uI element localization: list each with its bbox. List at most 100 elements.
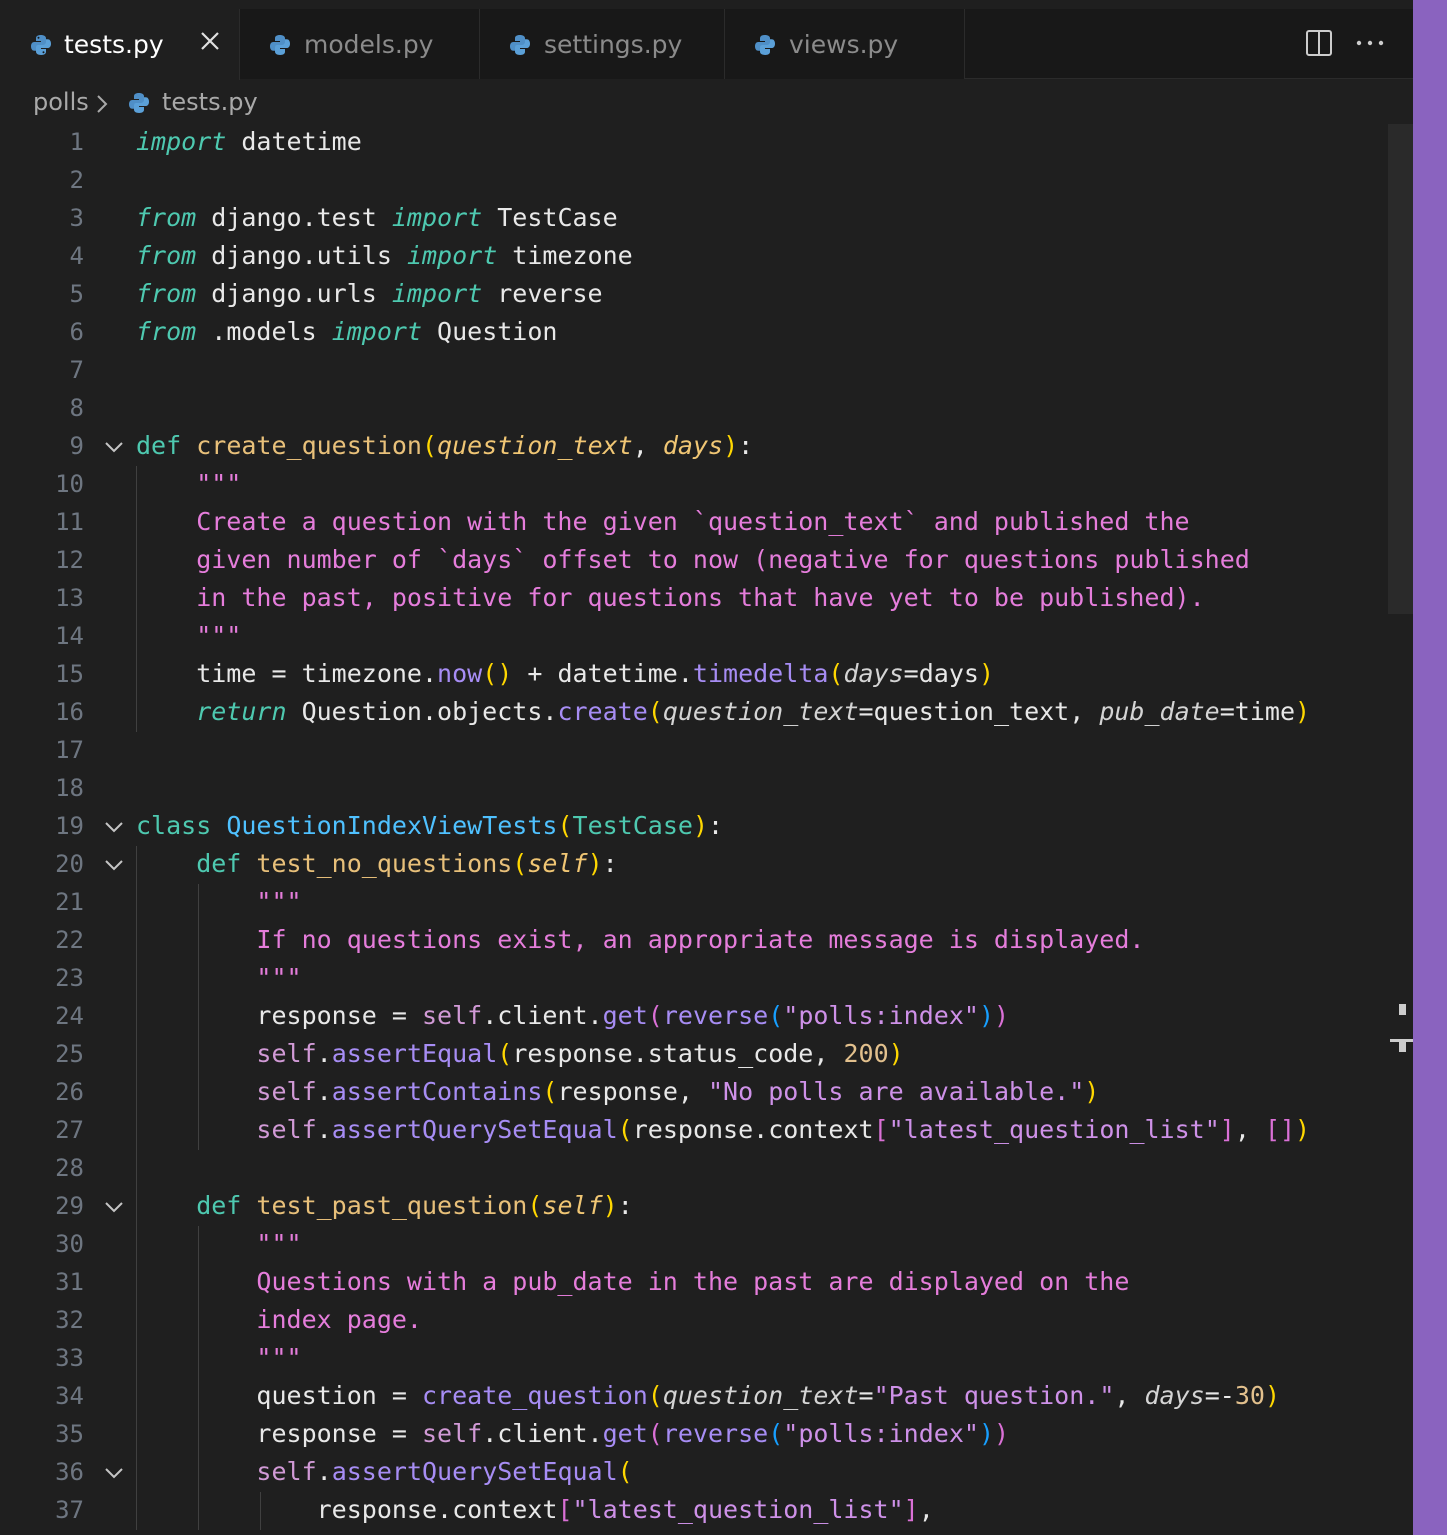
tab-tests-py[interactable]: tests.py — [0, 9, 240, 80]
code-text: time = timezone.now() + datetime.timedel… — [136, 659, 994, 688]
code-line[interactable]: 10 """ — [0, 466, 1380, 504]
code-line[interactable]: 8 — [0, 390, 1380, 428]
code-line[interactable]: 26 self.assertContains(response, "No pol… — [0, 1074, 1380, 1112]
token: class — [136, 811, 212, 840]
token: TestCase — [482, 203, 618, 232]
token: reverse — [662, 1419, 769, 1448]
code-line[interactable]: 18 — [0, 770, 1380, 808]
code-line[interactable]: 12 given number of `days` offset to now … — [0, 542, 1380, 580]
token: : — [602, 849, 618, 878]
token: in the past, positive for questions that… — [136, 583, 1205, 612]
token: =days — [903, 659, 979, 688]
token: "latest_question_list" — [572, 1495, 904, 1524]
code-line[interactable]: 1 import datetime — [0, 124, 1380, 162]
token: import — [391, 279, 483, 308]
tab-settings-py[interactable]: settings.py — [480, 9, 725, 79]
token: 30 — [1234, 1381, 1265, 1410]
token: QuestionIndexViewTests — [226, 811, 558, 840]
breadcrumb-file[interactable]: tests.py — [162, 88, 258, 116]
code-line[interactable]: 16 return Question.objects.create(questi… — [0, 694, 1380, 732]
close-icon[interactable] — [198, 29, 222, 53]
token: import — [391, 203, 483, 232]
code-line[interactable]: 35 response = self.client.get(reverse("p… — [0, 1416, 1380, 1454]
code-line[interactable]: 22 If no questions exist, an appropriate… — [0, 922, 1380, 960]
fold-chevron-icon[interactable] — [103, 856, 125, 874]
code-text: self.assertEqual(response.status_code, 2… — [136, 1039, 903, 1068]
code-line[interactable]: 17 — [0, 732, 1380, 770]
code-line[interactable]: 32 index page. — [0, 1302, 1380, 1340]
token: reverse — [482, 279, 603, 308]
token: response, — [557, 1077, 708, 1106]
token: ( — [768, 1001, 784, 1030]
more-actions-icon[interactable] — [1354, 29, 1386, 57]
code-text: def test_no_questions(self): — [136, 849, 618, 878]
token: self — [421, 1419, 483, 1448]
token: django.test — [196, 203, 392, 232]
code-text: in the past, positive for questions that… — [136, 583, 1205, 612]
token: create — [557, 697, 648, 726]
token: ( — [768, 1419, 784, 1448]
code-line[interactable]: 7 — [0, 352, 1380, 390]
code-line[interactable]: 11 Create a question with the given `que… — [0, 504, 1380, 542]
line-number: 22 — [55, 926, 84, 954]
code-line[interactable]: 4 from django.utils import timezone — [0, 238, 1380, 276]
code-line[interactable]: 19 class QuestionIndexViewTests(TestCase)… — [0, 808, 1380, 846]
code-line[interactable]: 13 in the past, positive for questions t… — [0, 580, 1380, 618]
token: django.utils — [196, 241, 407, 270]
token: self — [136, 1457, 317, 1486]
code-line[interactable]: 34 question = create_question(question_t… — [0, 1378, 1380, 1416]
code-editor[interactable]: 1 import datetime 2 3 from django.test impor… — [0, 124, 1413, 1535]
code-text: from django.utils import timezone — [136, 241, 633, 270]
fold-chevron-icon[interactable] — [103, 1464, 125, 1482]
code-line[interactable]: 15 time = timezone.now() + datetime.time… — [0, 656, 1380, 694]
code-line[interactable]: 25 self.assertEqual(response.status_code… — [0, 1036, 1380, 1074]
token: ( — [497, 1039, 513, 1068]
line-number: 37 — [55, 1496, 84, 1524]
line-number: 2 — [69, 166, 84, 194]
line-number: 7 — [69, 356, 84, 384]
code-line[interactable]: 3 from django.test import TestCase — [0, 200, 1380, 238]
code-line[interactable]: 29 def test_past_question(self): — [0, 1188, 1380, 1226]
token: question_text — [437, 431, 633, 460]
token: "polls:index" — [783, 1419, 979, 1448]
code-line[interactable]: 33 """ — [0, 1340, 1380, 1378]
code-line[interactable]: 31 Questions with a pub_date in the past… — [0, 1264, 1380, 1302]
indent-guide — [260, 1492, 261, 1530]
token: Questions with a pub_date in the past ar… — [136, 1267, 1130, 1296]
fold-chevron-icon[interactable] — [103, 818, 125, 836]
token: """ — [136, 1229, 302, 1258]
code-line[interactable]: 6 from .models import Question — [0, 314, 1380, 352]
code-line[interactable]: 24 response = self.client.get(reverse("p… — [0, 998, 1380, 1036]
code-line[interactable]: 20 def test_no_questions(self): — [0, 846, 1380, 884]
fold-chevron-icon[interactable] — [103, 438, 125, 456]
overview-ruler-marks — [1390, 1004, 1413, 1052]
line-number: 6 — [69, 318, 84, 346]
line-number: 23 — [55, 964, 84, 992]
code-line[interactable]: 28 — [0, 1150, 1380, 1188]
token: import — [331, 317, 422, 346]
token: =time — [1219, 697, 1296, 726]
token: now — [437, 659, 483, 688]
line-number: 35 — [55, 1420, 84, 1448]
code-line[interactable]: 27 self.assertQuerySetEqual(response.con… — [0, 1112, 1380, 1150]
token: def — [136, 1191, 242, 1220]
scrollbar-thumb[interactable] — [1388, 124, 1413, 614]
code-line[interactable]: 14 """ — [0, 618, 1380, 656]
code-line[interactable]: 5 from django.urls import reverse — [0, 276, 1380, 314]
tab-models-py[interactable]: models.py — [240, 9, 480, 79]
breadcrumb-folder[interactable]: polls — [33, 88, 89, 116]
token: ) — [978, 1419, 994, 1448]
python-icon — [31, 35, 51, 55]
code-line[interactable]: 36 self.assertQuerySetEqual( — [0, 1454, 1380, 1492]
fold-chevron-icon[interactable] — [103, 1198, 125, 1216]
code-line[interactable]: 23 """ — [0, 960, 1380, 998]
split-editor-icon[interactable] — [1305, 29, 1333, 57]
line-number: 9 — [69, 432, 84, 460]
code-line[interactable]: 30 """ — [0, 1226, 1380, 1264]
code-line[interactable]: 2 — [0, 162, 1380, 200]
code-line[interactable]: 37 response.context["latest_question_lis… — [0, 1492, 1380, 1530]
tab-views-py[interactable]: views.py — [725, 9, 965, 79]
code-line[interactable]: 21 """ — [0, 884, 1380, 922]
code-line[interactable]: 9 def create_question(question_text, days… — [0, 428, 1380, 466]
